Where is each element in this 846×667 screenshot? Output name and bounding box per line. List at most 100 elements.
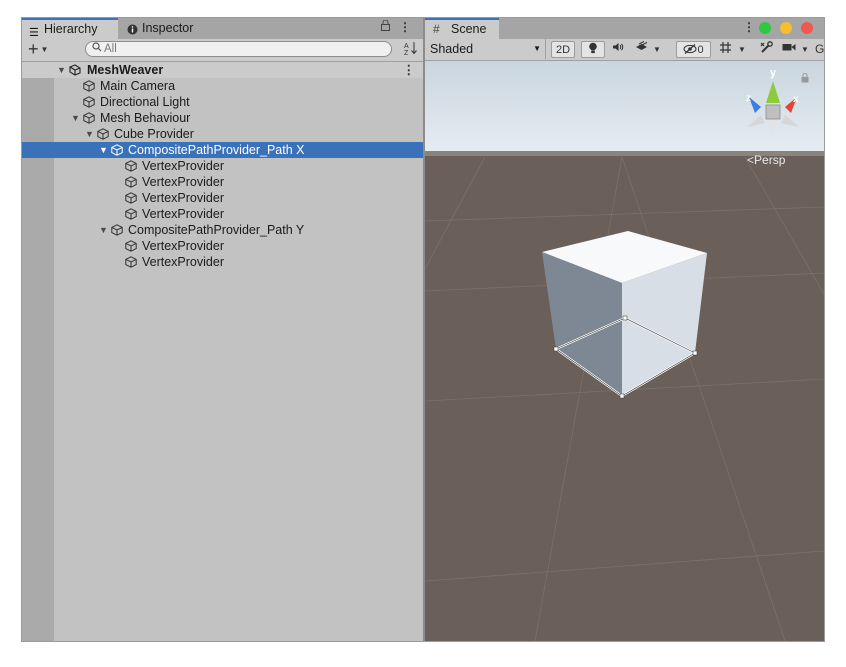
- camera-button[interactable]: [780, 41, 798, 58]
- effects-toggle[interactable]: [631, 41, 651, 58]
- tree-item-label: VertexProvider: [142, 207, 224, 221]
- tree-item[interactable]: VertexProvider: [22, 254, 423, 270]
- vertex-handle[interactable]: [619, 393, 625, 399]
- gameobject-icon: [111, 224, 123, 236]
- tree-item[interactable]: VertexProvider: [22, 206, 423, 222]
- persp-icon: <: [747, 153, 755, 167]
- window-close-button[interactable]: [801, 22, 813, 34]
- tree-item-label: Cube Provider: [114, 127, 194, 141]
- tab-scene[interactable]: # Scene: [425, 18, 499, 39]
- dropdown-arrow-icon: ▼: [738, 45, 746, 54]
- camera-icon: [782, 43, 796, 55]
- tree-item-label: Directional Light: [100, 95, 190, 109]
- create-button[interactable]: + ▼: [28, 39, 48, 60]
- tree-item-label: Main Camera: [100, 79, 176, 93]
- gizmo-center-cube[interactable]: [765, 104, 781, 120]
- gameobject-icon: [125, 160, 137, 172]
- gameobject-icon: [111, 144, 123, 156]
- gizmo-y-label: y: [770, 67, 777, 79]
- vertex-handle[interactable]: [622, 315, 628, 321]
- tree-item[interactable]: VertexProvider: [22, 238, 423, 254]
- tree-item-selected[interactable]: ▼ CompositePathProvider_Path X: [22, 142, 423, 158]
- tools-button[interactable]: [756, 41, 776, 58]
- tab-inspector[interactable]: Inspector: [120, 18, 216, 39]
- vertex-handle[interactable]: [692, 350, 698, 356]
- scene-name: MeshWeaver: [87, 63, 164, 77]
- svg-text:A: A: [404, 43, 409, 50]
- hidden-count: 0: [697, 44, 704, 56]
- gameobject-icon: [83, 80, 95, 92]
- hierarchy-search-field[interactable]: [85, 41, 392, 57]
- tree-item[interactable]: ▼ CompositePathProvider_Path Y: [22, 222, 423, 238]
- kebab-menu-icon[interactable]: ⋮: [399, 20, 417, 34]
- projection-label: Persp: [754, 153, 786, 167]
- tools-icon: [760, 41, 773, 57]
- tree-item[interactable]: ▼ Cube Provider: [22, 126, 423, 142]
- tab-inspector-label: Inspector: [142, 21, 194, 35]
- search-input[interactable]: [104, 42, 384, 56]
- tree-item[interactable]: VertexProvider: [22, 158, 423, 174]
- tree-item-label: VertexProvider: [142, 255, 224, 269]
- audio-toggle[interactable]: [608, 41, 628, 58]
- scene-render: y x z: [425, 61, 824, 641]
- left-tab-bar: ☰ Hierarchy Inspector ⋮: [22, 18, 423, 39]
- scene-viewport[interactable]: y x z <Persp: [425, 61, 824, 641]
- hierarchy-tree: ▼ MeshWeaver ⋮ Main Camera Directional L…: [22, 62, 423, 270]
- tree-item[interactable]: Main Camera: [22, 78, 423, 94]
- hidden-objects-toggle[interactable]: 0: [676, 41, 711, 58]
- effects-dropdown[interactable]: ▼: [651, 41, 663, 58]
- scene-toolbar: Shaded ▼ 2D ▼ 0 ▼ ▼ G: [425, 39, 824, 61]
- lock-icon[interactable]: [380, 19, 399, 34]
- hierarchy-panel: ☰ Hierarchy Inspector ⋮ + ▼ All A Z ▼ Me…: [22, 18, 423, 641]
- scene-kebab-icon[interactable]: ⋮: [743, 20, 755, 34]
- expand-arrow-icon[interactable]: ▼: [71, 110, 80, 126]
- camera-dropdown[interactable]: ▼: [799, 41, 811, 58]
- tab-scene-label: Scene: [451, 22, 487, 36]
- sort-icon: AZ: [404, 42, 417, 58]
- grid-snap-toggle[interactable]: [715, 41, 735, 58]
- toggle-2d-label: 2D: [555, 44, 571, 56]
- tab-hierarchy-label: Hierarchy: [44, 22, 98, 36]
- gameobject-icon: [83, 112, 95, 124]
- scene-menu-icon[interactable]: ⋮: [403, 62, 416, 78]
- gameobject-icon: [125, 256, 137, 268]
- toggle-2d-button[interactable]: 2D: [551, 41, 575, 58]
- vertex-handle[interactable]: [553, 346, 559, 352]
- plus-icon: +: [28, 39, 39, 59]
- sort-button[interactable]: AZ: [404, 41, 417, 58]
- gameobject-icon: [83, 96, 95, 108]
- expand-arrow-icon[interactable]: ▼: [99, 142, 108, 158]
- tree-item[interactable]: Directional Light: [22, 94, 423, 110]
- grid-icon: [719, 42, 732, 57]
- tree-item-label: CompositePathProvider_Path X: [128, 143, 305, 157]
- grid-icon: #: [433, 22, 440, 36]
- grid-dropdown[interactable]: ▼: [736, 41, 748, 58]
- skybox: [425, 61, 824, 153]
- eye-slash-icon: [683, 44, 697, 56]
- tree-item[interactable]: VertexProvider: [22, 190, 423, 206]
- dropdown-arrow-icon: ▼: [533, 44, 541, 53]
- expand-arrow-icon[interactable]: ▼: [99, 222, 108, 238]
- scene-row[interactable]: ▼ MeshWeaver ⋮: [22, 62, 423, 78]
- gameobject-icon: [97, 128, 109, 140]
- gizmo-lock-icon[interactable]: [801, 72, 809, 86]
- tree-item[interactable]: ▼ Mesh Behaviour: [22, 110, 423, 126]
- dropdown-arrow-icon: ▼: [40, 45, 49, 55]
- window-zoom-button[interactable]: [759, 22, 771, 34]
- gameobject-icon: [125, 176, 137, 188]
- dropdown-arrow-icon: ▼: [801, 45, 809, 54]
- draw-mode-dropdown[interactable]: Shaded ▼: [425, 39, 546, 59]
- gizmos-button-clipped[interactable]: G: [815, 41, 824, 58]
- expand-arrow-icon[interactable]: ▼: [85, 126, 94, 142]
- tree-item-label: Mesh Behaviour: [100, 111, 191, 125]
- tree-item[interactable]: VertexProvider: [22, 174, 423, 190]
- projection-toggle[interactable]: <Persp: [747, 153, 785, 167]
- draw-mode-label: Shaded: [430, 42, 474, 56]
- svg-text:Z: Z: [404, 50, 409, 55]
- expand-arrow-icon[interactable]: ▼: [57, 62, 66, 78]
- gameobject-icon: [125, 208, 137, 220]
- tab-hierarchy[interactable]: ☰ Hierarchy: [22, 18, 118, 39]
- lighting-toggle[interactable]: [581, 41, 605, 58]
- gameobject-icon: [125, 192, 137, 204]
- window-minimize-button[interactable]: [780, 22, 792, 34]
